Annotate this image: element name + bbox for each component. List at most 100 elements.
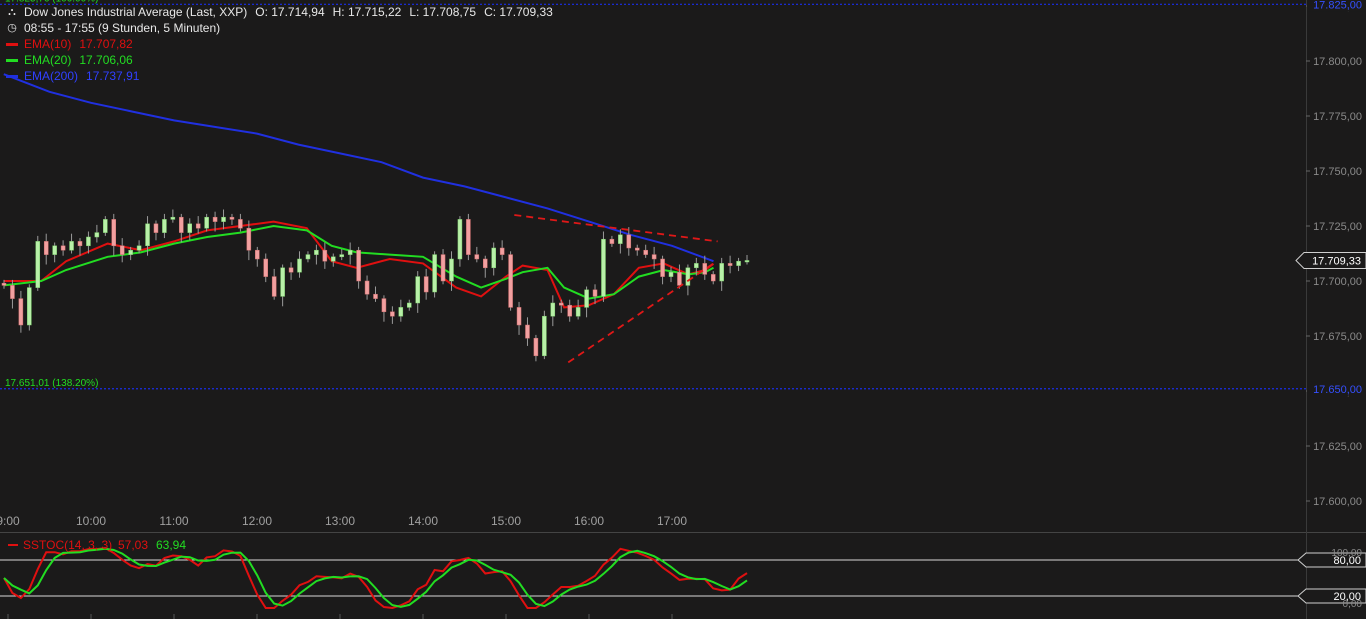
fib-axis-label-1: 17.650,00 (1313, 384, 1362, 396)
candle-body (618, 234, 623, 244)
candle (347, 242, 353, 265)
candle-body (710, 274, 716, 282)
open-value: O: 17.714,94 (255, 5, 325, 19)
candle-body (525, 324, 530, 339)
candle (508, 251, 513, 311)
candle-body (77, 241, 83, 247)
candle (550, 295, 556, 327)
legend-ema20-row[interactable]: EMA(20) 17.706,06 (6, 52, 553, 68)
candle (339, 249, 344, 261)
candle-body (1, 282, 7, 286)
candle (27, 284, 32, 331)
candle (221, 209, 226, 230)
candle-body (601, 238, 606, 297)
candle-body (533, 337, 539, 357)
candle-body (398, 307, 404, 317)
candle-body (575, 307, 581, 317)
candle (162, 213, 167, 239)
candle-body (499, 247, 505, 255)
candle (440, 249, 446, 285)
y-tick-label-4: 17.725,00 (1313, 221, 1362, 233)
candle (626, 227, 632, 256)
candle (280, 264, 285, 307)
candle-body (246, 227, 252, 251)
y-tick-label-1: 17.800,00 (1313, 56, 1362, 68)
candle (297, 251, 302, 278)
candle-body (52, 245, 57, 255)
candle-body (491, 247, 496, 269)
candle-body (229, 216, 235, 220)
chart-type-icon[interactable]: ⛬ (6, 4, 18, 20)
candle-body (322, 249, 328, 262)
candle (229, 213, 235, 225)
y-tick-label-6: 17.675,00 (1313, 331, 1362, 343)
candle-body (432, 254, 437, 293)
x-tick-label-4: 13:00 (325, 514, 355, 528)
candle (322, 242, 328, 269)
candle-body (567, 304, 572, 317)
clock-icon: ◷ (7, 22, 17, 34)
candle-body (271, 276, 277, 297)
legend-ema200-row[interactable]: EMA(200) 17.737,91 (6, 68, 553, 84)
candle-body (27, 287, 32, 326)
candle-body (466, 219, 471, 255)
candle-body (474, 254, 480, 260)
candle-body (634, 247, 640, 251)
candle-body (592, 289, 598, 297)
candle (170, 209, 176, 223)
candle (111, 213, 117, 256)
candle-body (162, 219, 167, 233)
legend-ema10-row[interactable]: EMA(10) 17.707,82 (6, 36, 553, 52)
candle (542, 310, 547, 360)
ema200-value: 17.737,91 (86, 69, 140, 83)
candle-body (457, 219, 463, 260)
candle (474, 246, 480, 263)
fib-label-1: 17.651,01 (138.20%) (5, 378, 98, 389)
candle-body (415, 276, 420, 304)
candle (466, 213, 471, 261)
candle-body (43, 241, 49, 255)
candle-body (103, 219, 108, 233)
candle-body (508, 254, 513, 308)
candle (736, 257, 741, 272)
osc-legend (8, 544, 18, 546)
ema200-name: EMA(200) (24, 69, 79, 83)
candle-body (449, 258, 454, 282)
candle-body (288, 267, 294, 273)
candle-body (677, 271, 682, 286)
candle (575, 299, 581, 320)
ema20-name: EMA(20) (24, 53, 72, 67)
candle (719, 257, 724, 291)
candle-body (550, 302, 556, 317)
osc-line-1 (3, 547, 748, 608)
candle-body (263, 258, 268, 277)
candle-body (86, 236, 91, 247)
chart-legend: ⛬ Dow Jones Industrial Average (Last, XX… (6, 4, 553, 84)
chart-canvas[interactable]: 17.825,00 17.800,00 17.775,00 17.750,00 17.7… (0, 0, 1366, 619)
candle (634, 244, 640, 256)
candle-body (179, 216, 184, 233)
candle (153, 220, 159, 241)
candle (288, 262, 294, 280)
candle-body (60, 245, 66, 251)
candle (69, 233, 74, 254)
candle (356, 246, 361, 289)
candle-body (744, 260, 750, 263)
candle (407, 299, 412, 311)
candle-body (736, 260, 741, 266)
low-value: L: 17.708,75 (409, 5, 477, 19)
candle (246, 220, 252, 261)
y-tick-label-9: 17.600,00 (1313, 496, 1362, 508)
osc-line-0 (3, 546, 748, 610)
candle (18, 290, 24, 333)
candle-body (145, 223, 150, 247)
candle-body (390, 311, 395, 317)
candle-body (119, 245, 125, 255)
candle (744, 254, 750, 265)
ema10-value: 17.707,82 (79, 37, 133, 51)
osc-value-slow: 63,94 (156, 538, 186, 552)
candle-body (727, 263, 733, 266)
candle (567, 299, 572, 322)
candle-body (212, 216, 218, 222)
y-tick-label-8: 17.625,00 (1313, 441, 1362, 453)
